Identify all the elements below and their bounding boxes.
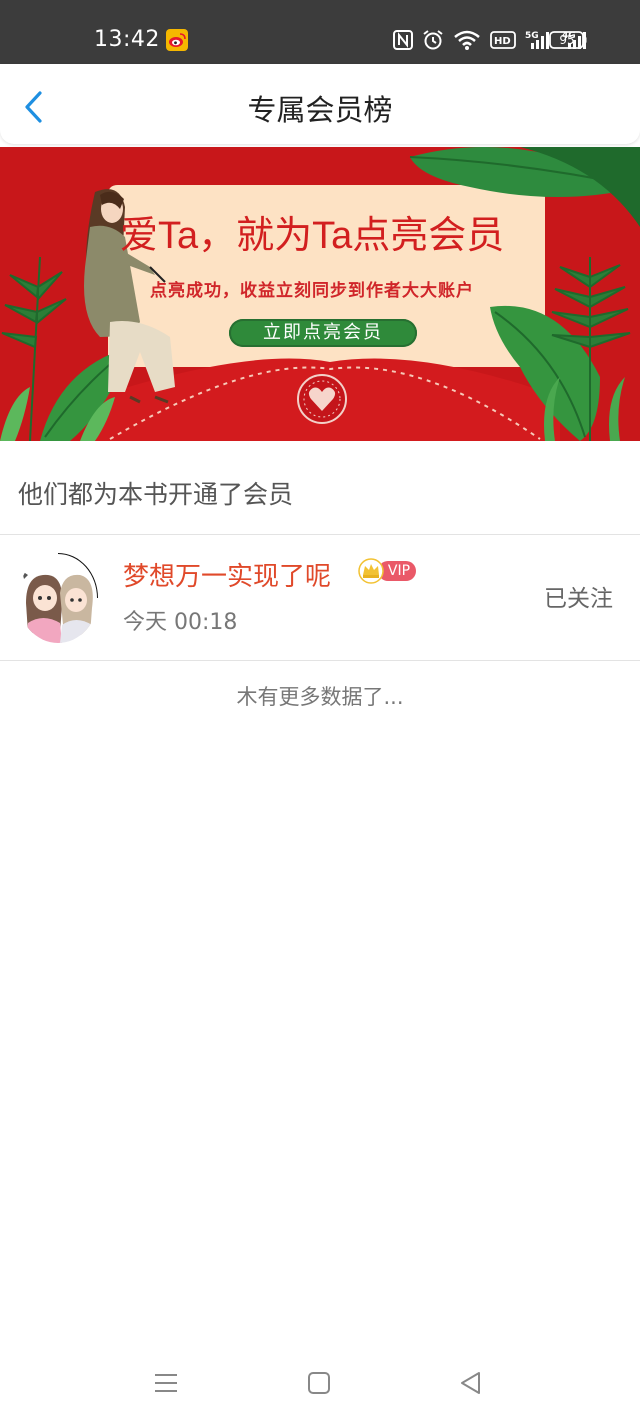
weibo-icon [166,29,188,51]
section-title: 他们都为本书开通了会员 [18,480,294,509]
alarm-icon [423,30,443,50]
crown-icon [358,558,384,584]
user-avatar[interactable] [18,553,98,643]
status-bar: 13:42 HD 5G 4G 95 [0,0,640,64]
battery-level: 95 [559,33,575,47]
banner-headline: 爱Ta，就为Ta点亮会员 [120,215,505,257]
status-time: 13:42 [94,27,160,52]
nfc-icon [393,30,413,50]
member-list-item[interactable]: 梦想万一实现了呢 VIP 今天 00:18 已关注 [0,536,640,660]
wifi-icon [454,30,480,50]
no-more-data-text: 木有更多数据了... [236,685,404,709]
banner-subtitle: 点亮成功，收益立刻同步到作者大大账户 [150,281,474,301]
divider [0,534,640,535]
member-name[interactable]: 梦想万一实现了呢 [123,560,331,594]
nav-bar: 专属会员榜 [0,64,640,144]
banner-cta-button[interactable]: 立即点亮会员 [229,319,417,347]
promo-banner[interactable]: 爱Ta，就为Ta点亮会员 点亮成功，收益立刻同步到作者大大账户 立即点亮会员 [0,147,640,441]
member-time: 今天 00:18 [123,610,238,635]
divider [0,660,640,661]
follow-button[interactable]: 已关注 [544,584,613,614]
vip-badge: VIP [358,558,418,586]
svg-text:HD: HD [494,36,511,47]
page-title: 专属会员榜 [247,93,393,127]
back-triangle-icon[interactable] [457,1370,485,1396]
system-nav-bar [0,1354,640,1414]
svg-text:5G: 5G [525,31,539,41]
home-icon[interactable] [305,1370,333,1396]
hd-icon: HD [490,31,516,49]
menu-icon[interactable] [152,1370,180,1396]
